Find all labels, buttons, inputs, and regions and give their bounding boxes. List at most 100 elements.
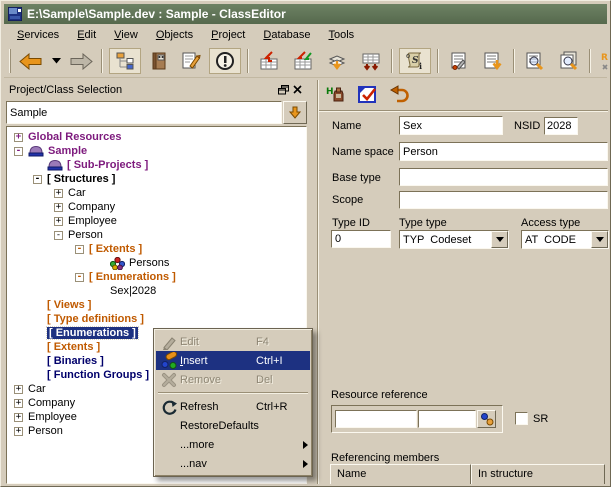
menu-services[interactable]: Services <box>8 27 68 43</box>
toolbar-object-info-button[interactable] <box>209 48 241 74</box>
name-input[interactable] <box>399 116 503 135</box>
classeditor-app-icon <box>8 7 22 21</box>
typetype-select[interactable]: TYP Codeset <box>399 230 509 249</box>
tree-item-person[interactable]: -Person <box>7 228 306 242</box>
resource-reference-picker-button[interactable] <box>477 410 496 428</box>
project-dome-icon <box>28 145 44 157</box>
toolbar-back-history-dropdown[interactable] <box>49 48 63 74</box>
context-menu-refresh[interactable]: Refresh Ctrl+R <box>156 397 310 416</box>
table-import-red-icon <box>258 51 280 71</box>
tree-item-person-extents[interactable]: -[ Extents ] <box>7 242 306 256</box>
resource-reference-segment-2[interactable] <box>418 410 476 428</box>
context-menu-more[interactable]: ...more <box>156 435 310 454</box>
tree-item-persons[interactable]: Persons <box>7 256 306 270</box>
expander-icon[interactable]: - <box>14 147 23 156</box>
toolbar-import-table-button[interactable] <box>255 48 283 74</box>
menu-edit[interactable]: Edit <box>68 27 105 43</box>
toolbar-document-search-button[interactable] <box>521 48 549 74</box>
svg-text:i: i <box>419 61 422 71</box>
expander-icon[interactable]: - <box>75 273 84 282</box>
classeditor-window: E:\Sample\Sample.dev : Sample - ClassEdi… <box>0 0 611 487</box>
project-search-input[interactable] <box>6 101 282 124</box>
panel-float-button[interactable] <box>276 83 290 97</box>
menu-database[interactable]: Database <box>254 27 319 43</box>
tree-item-employee[interactable]: +Employee <box>7 214 306 228</box>
basetype-input[interactable] <box>399 168 608 186</box>
dropdown-arrow-icon <box>496 237 504 242</box>
tree-item-car[interactable]: +Car <box>7 186 306 200</box>
expander-icon[interactable]: + <box>14 399 23 408</box>
column-header-name[interactable]: Name <box>330 464 471 484</box>
insert-icon <box>158 352 180 369</box>
menu-objects[interactable]: Objects <box>147 27 202 43</box>
toolbar-send-stack-button[interactable] <box>323 48 351 74</box>
tree-item-sample[interactable]: -Sample <box>7 144 306 158</box>
column-header-in-structure[interactable]: In structure <box>471 464 605 484</box>
panel-close-button[interactable] <box>290 83 304 97</box>
refresh-icon <box>158 399 180 415</box>
table-import-green-icon <box>292 51 314 71</box>
expander-icon[interactable]: + <box>14 427 23 436</box>
expander-icon[interactable]: + <box>14 385 23 394</box>
tree-item-views[interactable]: [ Views ] <box>7 298 306 312</box>
toolbar-table-download-button[interactable] <box>357 48 385 74</box>
table-double-download-icon <box>360 51 382 71</box>
toolbar-back-button[interactable] <box>17 48 45 74</box>
nsid-input[interactable] <box>544 117 578 135</box>
tree-item-global-resources[interactable]: +Global Resources <box>7 130 306 144</box>
accesstype-label: Access type <box>521 217 580 229</box>
tree-item-type-definitions[interactable]: [ Type definitions ] <box>7 312 306 326</box>
typetype-dropdown-button[interactable] <box>491 231 508 248</box>
form-mini-toolbar: H <box>324 83 412 107</box>
tree-item-company[interactable]: +Company <box>7 200 306 214</box>
context-menu-nav[interactable]: ...nav <box>156 454 310 473</box>
book-icon <box>149 51 169 71</box>
toolbar-document-export-button[interactable] <box>479 48 507 74</box>
document-download-icon <box>482 51 504 71</box>
submenu-arrow-icon <box>298 460 308 468</box>
menu-tools[interactable]: Tools <box>319 27 363 43</box>
toolbar-script-info-button[interactable]: S o i <box>399 48 431 74</box>
expander-icon[interactable]: + <box>54 189 63 198</box>
expander-icon[interactable]: + <box>14 413 23 422</box>
history-button[interactable]: H <box>324 83 348 107</box>
apply-button[interactable] <box>356 83 380 107</box>
accesstype-dropdown-button[interactable] <box>591 231 608 248</box>
document-search-icon <box>524 51 546 71</box>
toolbar-grip[interactable] <box>9 49 11 73</box>
tree-item-sub-projects[interactable]: [ Sub-Projects ] <box>7 158 306 172</box>
toolbar-documents-search-button[interactable] <box>555 48 583 74</box>
context-menu-restore-defaults[interactable]: RestoreDefaults <box>156 416 310 435</box>
namespace-input[interactable] <box>399 142 608 161</box>
toolbar-class-hierarchy-button[interactable] <box>109 48 141 74</box>
toolbar-forward-button[interactable] <box>67 48 95 74</box>
expander-icon[interactable]: - <box>75 245 84 254</box>
toolbar-document-edit-button[interactable] <box>445 48 473 74</box>
tree-item-structures[interactable]: -[ Structures ] <box>7 172 306 186</box>
menu-view[interactable]: View <box>105 27 147 43</box>
toolbar-catalog-book-button[interactable] <box>145 48 173 74</box>
expander-icon[interactable]: + <box>54 203 63 212</box>
context-menu-separator <box>158 392 308 394</box>
revert-undo-icon <box>389 85 411 105</box>
typeid-input[interactable] <box>331 230 391 248</box>
window-title: E:\Sample\Sample.dev : Sample - ClassEdi… <box>27 7 286 21</box>
toolbar-import-table-check-button[interactable] <box>289 48 317 74</box>
expander-icon[interactable]: - <box>54 231 63 240</box>
context-menu-insert[interactable]: Insert Ctrl+I <box>156 351 310 370</box>
sr-checkbox[interactable] <box>515 412 528 425</box>
toolbar-references-button[interactable]: R <box>597 48 611 74</box>
menu-project[interactable]: Project <box>202 27 254 43</box>
resource-reference-segment-1[interactable] <box>335 410 417 428</box>
tree-item-person-enumerations[interactable]: -[ Enumerations ] <box>7 270 306 284</box>
scope-input[interactable] <box>399 191 608 209</box>
referencing-members-table-header: Name In structure <box>330 464 605 484</box>
tree-item-sex-2028[interactable]: Sex|2028 <box>7 284 306 298</box>
toolbar-edit-object-button[interactable] <box>177 48 205 74</box>
revert-button[interactable] <box>388 83 412 107</box>
expander-icon[interactable]: - <box>33 175 42 184</box>
project-search-dropdown-button[interactable] <box>283 101 307 124</box>
expander-icon[interactable]: + <box>14 133 23 142</box>
expander-icon[interactable]: + <box>54 217 63 226</box>
accesstype-select[interactable]: AT CODE <box>521 230 609 249</box>
